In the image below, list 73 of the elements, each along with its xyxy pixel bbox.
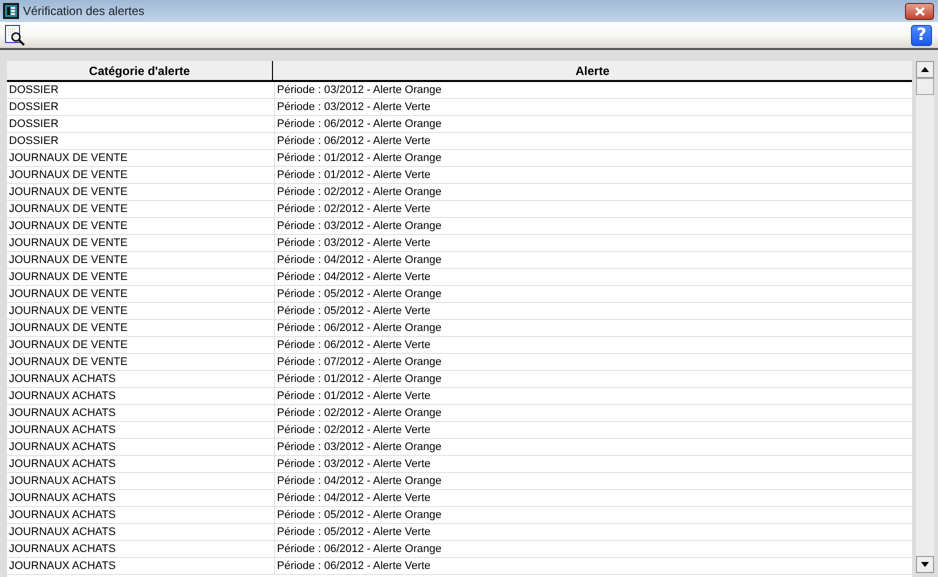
- table-cell-text: Période : 03/2012 - Alerte Orange: [276, 440, 442, 455]
- table-cell: JOURNAUX ACHATS: [7, 422, 275, 438]
- down-arrow-icon: [921, 562, 929, 567]
- table-cell: JOURNAUX ACHATS: [7, 541, 275, 557]
- table-cell: JOURNAUX ACHATS: [7, 456, 275, 472]
- table-cell-text: Période : 06/2012 - Alerte Verte: [276, 338, 432, 353]
- table-cell-text: Période : 03/2012 - Alerte Verte: [276, 457, 432, 472]
- table-cell-text: Période : 02/2012 - Alerte Orange: [276, 406, 442, 421]
- table-cell: JOURNAUX DE VENTE: [7, 184, 275, 200]
- scroll-thumb[interactable]: [916, 78, 934, 95]
- table-cell: JOURNAUX ACHATS: [7, 507, 275, 523]
- table-cell: JOURNAUX DE VENTE: [7, 201, 275, 217]
- table-cell-text: Période : 02/2012 - Alerte Orange: [276, 185, 442, 200]
- close-icon: [914, 6, 926, 16]
- table-cell-text: Période : 05/2012 - Alerte Verte: [276, 525, 432, 540]
- table-cell: JOURNAUX ACHATS: [7, 524, 275, 540]
- table-cell-text: Période : 03/2012 - Alerte Orange: [276, 83, 442, 98]
- table-cell: JOURNAUX DE VENTE: [7, 286, 275, 302]
- table-cell: JOURNAUX ACHATS: [7, 371, 275, 387]
- table-cell-text: Période : 02/2012 - Alerte Verte: [276, 202, 432, 217]
- scroll-down-button[interactable]: [916, 556, 934, 573]
- table-cell-text: Période : 04/2012 - Alerte Verte: [276, 491, 432, 506]
- table-cell: JOURNAUX DE VENTE: [7, 337, 275, 353]
- up-arrow-icon: [921, 67, 929, 72]
- table-cell: JOURNAUX DE VENTE: [7, 167, 275, 183]
- table-cell-text: Période : 01/2012 - Alerte Orange: [276, 372, 442, 387]
- table-cell-text: Période : 06/2012 - Alerte Verte: [276, 134, 432, 149]
- table-cell-text: Période : 05/2012 - Alerte Verte: [276, 304, 432, 319]
- document-search-icon: [4, 24, 26, 46]
- table-cell-text: Période : 05/2012 - Alerte Orange: [276, 508, 442, 523]
- table-cell-text: Période : 03/2012 - Alerte Orange: [276, 219, 442, 234]
- table-cell: JOURNAUX DE VENTE: [7, 150, 275, 166]
- table-cell: DOSSIER: [7, 82, 275, 98]
- help-button[interactable]: ?: [911, 24, 932, 46]
- table-cell: DOSSIER: [7, 133, 275, 149]
- close-button[interactable]: [905, 2, 934, 20]
- table-cell: JOURNAUX ACHATS: [7, 473, 275, 489]
- column-header[interactable]: Alerte: [273, 61, 912, 80]
- column-header[interactable]: Catégorie d'alerte: [7, 61, 273, 80]
- table-cell-text: Période : 06/2012 - Alerte Orange: [276, 117, 442, 132]
- table-cell: JOURNAUX DE VENTE: [7, 269, 275, 285]
- table-cell-text: Période : 01/2012 - Alerte Orange: [276, 151, 442, 166]
- preview-button[interactable]: [4, 24, 26, 46]
- table-cell: JOURNAUX ACHATS: [7, 405, 275, 421]
- table-cell: JOURNAUX ACHATS: [7, 490, 275, 506]
- scrollbar[interactable]: [916, 61, 934, 573]
- table-cell-text: Période : 05/2012 - Alerte Orange: [276, 287, 442, 302]
- table-cell-text: Période : 04/2012 - Alerte Orange: [276, 253, 442, 268]
- table-cell-text: Période : 02/2012 - Alerte Verte: [276, 423, 432, 438]
- table-cell-text: Période : 01/2012 - Alerte Verte: [276, 389, 432, 404]
- table-cell: DOSSIER: [7, 116, 275, 132]
- table-cell-text: Période : 07/2012 - Alerte Orange: [276, 355, 442, 370]
- table-cell-text: Période : 01/2012 - Alerte Verte: [276, 168, 432, 183]
- window-title: Vérification des alertes: [23, 4, 146, 18]
- table-cell-text: Période : 04/2012 - Alerte Orange: [276, 474, 442, 489]
- table-cell: JOURNAUX DE VENTE: [7, 235, 275, 251]
- table-cell-text: Période : 03/2012 - Alerte Verte: [276, 100, 432, 115]
- scroll-up-button[interactable]: [916, 61, 934, 78]
- table-cell-text: Période : 04/2012 - Alerte Verte: [276, 270, 432, 285]
- table-cell: JOURNAUX ACHATS: [7, 558, 275, 574]
- table-cell: DOSSIER: [7, 99, 275, 115]
- table-cell: JOURNAUX DE VENTE: [7, 252, 275, 268]
- table-cell: JOURNAUX DE VENTE: [7, 303, 275, 319]
- table-cell-text: Période : 06/2012 - Alerte Orange: [276, 542, 442, 557]
- table-cell: JOURNAUX DE VENTE: [7, 354, 275, 370]
- table-cell: JOURNAUX ACHATS: [7, 439, 275, 455]
- table-cell-text: Période : 03/2012 - Alerte Verte: [276, 236, 432, 251]
- table-cell: JOURNAUX DE VENTE: [7, 320, 275, 336]
- app-icon: [3, 3, 19, 19]
- table-cell: JOURNAUX ACHATS: [7, 388, 275, 404]
- table-cell: JOURNAUX DE VENTE: [7, 218, 275, 234]
- table-cell-text: Période : 06/2012 - Alerte Orange: [276, 321, 442, 336]
- table-cell-text: Période : 06/2012 - Alerte Verte: [276, 559, 432, 574]
